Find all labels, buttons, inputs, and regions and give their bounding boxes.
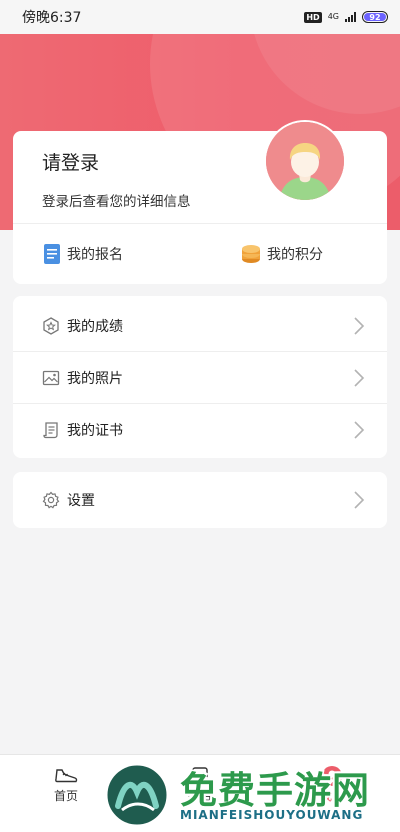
- status-indicators: HD 4G 92: [304, 11, 388, 23]
- photo-icon: [42, 369, 60, 387]
- tab-home[interactable]: 首页: [36, 765, 96, 804]
- signal-icon: [345, 12, 356, 22]
- certificate-icon: [42, 421, 60, 439]
- tab-signup-label: 报名: [187, 789, 212, 803]
- menu-item-scores-label: 我的成绩: [67, 318, 123, 335]
- bottom-tab-bar: 首页 报名 我的: [0, 754, 400, 832]
- chevron-right-icon: [349, 316, 369, 336]
- hd-badge: HD: [304, 11, 322, 23]
- network-type: 4G: [327, 12, 339, 21]
- battery-icon: 92: [362, 11, 388, 23]
- tab-profile-label: 我的: [319, 789, 344, 803]
- avatar[interactable]: [264, 120, 346, 202]
- my-points-button[interactable]: 我的积分: [241, 243, 323, 265]
- menu-card: 我的成绩 我的照片 我的证书: [13, 296, 387, 458]
- tab-profile[interactable]: 我的: [302, 765, 362, 804]
- menu-item-scores[interactable]: 我的成绩: [13, 300, 387, 352]
- battery-level: 92: [369, 12, 381, 22]
- badge-star-icon: [42, 316, 60, 335]
- default-avatar-icon: [266, 122, 344, 200]
- menu-item-photos-label: 我的照片: [67, 370, 123, 387]
- login-card-divider: [13, 223, 387, 224]
- menu-item-photos[interactable]: 我的照片: [13, 352, 387, 404]
- menu-item-settings-label: 设置: [67, 493, 95, 509]
- tab-home-label: 首页: [53, 789, 78, 803]
- gear-icon: [42, 491, 60, 509]
- status-time: 傍晚6:37: [22, 10, 82, 26]
- sneaker-icon: [36, 765, 96, 787]
- menu-item-settings[interactable]: 设置: [13, 474, 387, 526]
- my-signup-label: 我的报名: [67, 247, 123, 263]
- login-subtitle: 登录后查看您的详细信息: [42, 194, 191, 210]
- menu-item-certificates-label: 我的证书: [67, 423, 123, 439]
- my-points-label: 我的积分: [267, 247, 323, 263]
- settings-card: 设置: [13, 472, 387, 528]
- network-indicator: 4G: [328, 13, 339, 21]
- login-title[interactable]: 请登录: [42, 148, 99, 175]
- menu-item-certificates[interactable]: 我的证书: [13, 404, 387, 456]
- chevron-right-icon: [349, 490, 369, 510]
- tab-signup[interactable]: 报名: [170, 765, 230, 804]
- login-card[interactable]: 请登录 登录后查看您的详细信息 我的报名 我的积分: [13, 120, 387, 284]
- profile-icon: [302, 765, 362, 787]
- signup-icon: [170, 765, 230, 787]
- status-bar: 傍晚6:37 HD 4G 92: [0, 0, 400, 34]
- my-signup-button[interactable]: 我的报名: [43, 243, 123, 265]
- chevron-right-icon: [349, 420, 369, 440]
- coins-icon: [242, 245, 260, 263]
- document-icon: [44, 244, 60, 264]
- chevron-right-icon: [349, 368, 369, 388]
